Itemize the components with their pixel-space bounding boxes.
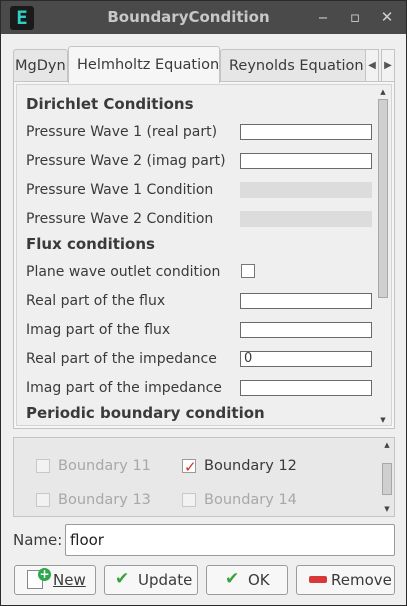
- scroll-up-icon[interactable]: ▲: [381, 439, 393, 451]
- boundary-checkbox[interactable]: [36, 493, 50, 507]
- remove-button[interactable]: Remove: [296, 565, 395, 595]
- periodic-section-title: Periodic boundary condition: [26, 404, 265, 422]
- remove-button-label: Remove: [331, 571, 392, 589]
- titlebar[interactable]: E BoundaryCondition ‒ ▫ ✕: [1, 1, 406, 34]
- ok-button-label: OK: [248, 571, 270, 589]
- new-button-label: New: [53, 571, 86, 589]
- pw2-imag-label: Pressure Wave 2 (imag part): [26, 153, 226, 169]
- tab-scroll-right-icon[interactable]: ▶: [381, 49, 395, 82]
- maximize-icon[interactable]: ▫: [345, 7, 365, 27]
- boundary-label: Boundary 12: [204, 458, 297, 474]
- pw1-condition-input: [240, 182, 372, 198]
- close-icon[interactable]: ✕: [377, 7, 397, 27]
- scroll-down-icon[interactable]: ▼: [377, 414, 389, 425]
- scroll-up-icon[interactable]: ▲: [377, 86, 389, 98]
- boundaries-scrollbar[interactable]: ▲ ▼: [381, 439, 393, 515]
- real-flux-input[interactable]: [240, 293, 372, 309]
- imag-impedance-input[interactable]: [240, 380, 372, 396]
- plane-wave-label: Plane wave outlet condition: [26, 264, 221, 280]
- boundary-checkbox[interactable]: [36, 459, 50, 473]
- pw2-condition-label: Pressure Wave 2 Condition: [26, 211, 214, 227]
- pw2-imag-input[interactable]: [240, 153, 372, 169]
- boundary-label: Boundary 11: [58, 458, 151, 474]
- name-input[interactable]: floor: [65, 524, 395, 556]
- helmholtz-panel: Dirichlet Conditions Pressure Wave 1 (re…: [13, 81, 395, 429]
- boundary-label: Boundary 13: [58, 492, 151, 508]
- tab-reynolds-equation[interactable]: Reynolds Equation: [220, 49, 369, 82]
- remove-icon: [309, 576, 327, 583]
- new-button[interactable]: + New: [14, 565, 96, 595]
- dirichlet-section-title: Dirichlet Conditions: [26, 95, 194, 113]
- pw1-real-input[interactable]: [240, 124, 372, 140]
- boundaries-list: Boundary 11 ✓ Boundary 12 Boundary 13 Bo…: [13, 437, 395, 517]
- boundary-label: Boundary 14: [204, 492, 297, 508]
- name-label: Name:: [13, 531, 63, 549]
- pw1-condition-label: Pressure Wave 1 Condition: [26, 182, 214, 198]
- boundary-condition-window: E BoundaryCondition ‒ ▫ ✕ MgDyn Helmholt…: [0, 0, 407, 606]
- check-icon: ✔: [115, 569, 130, 589]
- scrollbar-thumb[interactable]: [382, 463, 392, 495]
- checkmark-icon: ✓: [184, 458, 197, 476]
- tab-mgdyn[interactable]: MgDyn: [13, 49, 68, 82]
- real-impedance-label: Real part of the impedance: [26, 351, 217, 367]
- update-button-label: Update: [138, 571, 193, 589]
- boundary-checkbox[interactable]: [182, 493, 196, 507]
- boundary-checkbox[interactable]: ✓: [182, 458, 197, 476]
- real-impedance-input[interactable]: 0: [240, 351, 372, 367]
- ok-button[interactable]: ✔ OK: [206, 565, 288, 595]
- flux-section-title: Flux conditions: [26, 235, 155, 253]
- update-button[interactable]: ✔ Update: [104, 565, 198, 595]
- imag-impedance-label: Imag part of the impedance: [26, 380, 222, 396]
- scrollbar-thumb[interactable]: [378, 99, 388, 298]
- minimize-icon[interactable]: ‒: [313, 7, 333, 27]
- app-icon: E: [10, 6, 34, 30]
- add-icon: +: [38, 567, 51, 581]
- form-scrollbar[interactable]: ▲ ▼: [377, 86, 389, 425]
- imag-flux-input[interactable]: [240, 322, 372, 338]
- pw2-condition-input: [240, 211, 372, 227]
- window-title: BoundaryCondition: [107, 8, 270, 26]
- equation-tabs: MgDyn Helmholtz Equation Reynolds Equati…: [13, 46, 397, 83]
- real-flux-label: Real part of the flux: [26, 293, 166, 309]
- imag-flux-label: Imag part of the flux: [26, 322, 171, 338]
- tab-scroll-left-icon[interactable]: ◀: [365, 49, 379, 82]
- plane-wave-checkbox[interactable]: [241, 264, 255, 278]
- helmholtz-form: Dirichlet Conditions Pressure Wave 1 (re…: [16, 84, 392, 426]
- pw1-real-label: Pressure Wave 1 (real part): [26, 124, 218, 140]
- tab-helmholtz-equation[interactable]: Helmholtz Equation: [68, 46, 220, 83]
- scroll-down-icon[interactable]: ▼: [381, 503, 393, 515]
- check-icon: ✔: [225, 569, 240, 589]
